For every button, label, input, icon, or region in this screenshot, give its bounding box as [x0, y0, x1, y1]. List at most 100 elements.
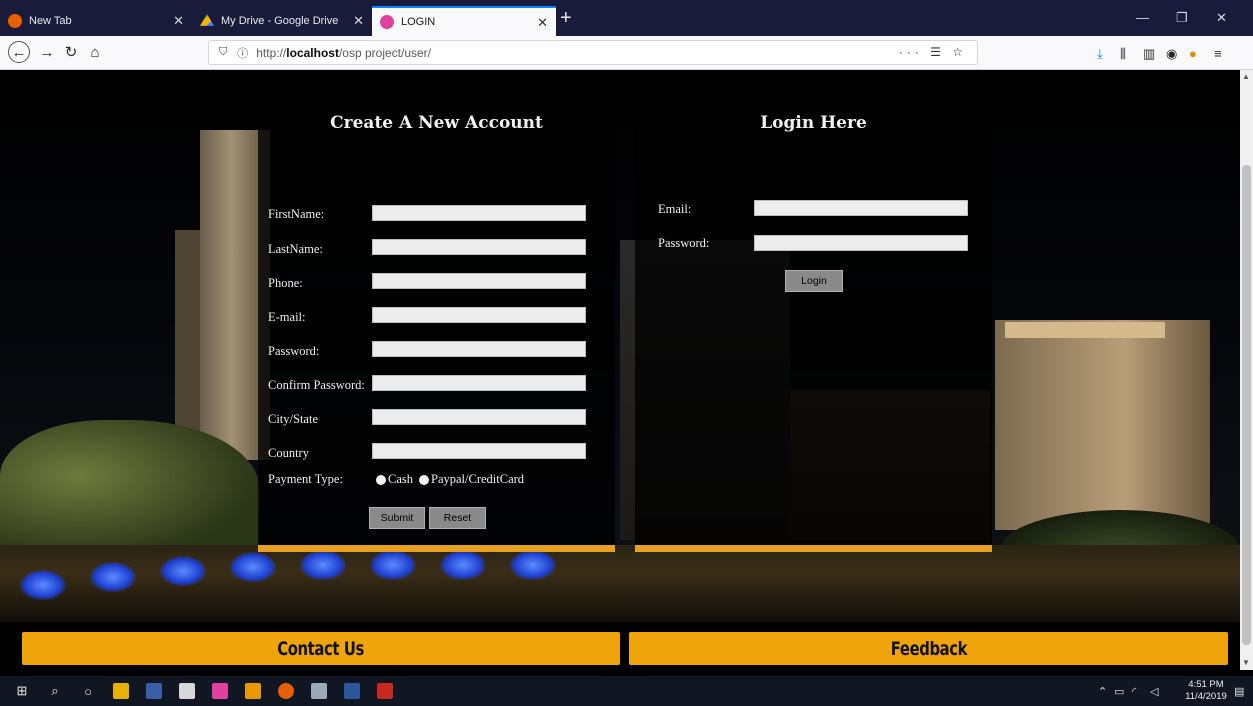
google-drive-icon	[200, 14, 214, 26]
page-scrollbar[interactable]: ▲ ▼	[1240, 70, 1253, 670]
wifi-icon[interactable]: ◜	[1132, 685, 1136, 698]
firefox-taskbar-icon[interactable]	[278, 683, 294, 699]
lastname-label: LastName:	[268, 242, 323, 256]
browser-nav-bar: ← → ↻ ⌂ ⛉ ⓘ http://localhost/osp project…	[0, 36, 1253, 70]
system-clock[interactable]: 4:51 PM 11/4/2019	[1180, 679, 1232, 703]
tab-label: LOGIN	[401, 16, 436, 28]
url-text: http://localhost/osp project/user/	[256, 45, 432, 60]
firefox-icon	[8, 14, 22, 28]
page-favicon	[380, 15, 394, 29]
scroll-down-icon[interactable]: ▼	[1242, 658, 1250, 667]
tab-login[interactable]: LOGIN ✕	[372, 6, 556, 36]
word-icon[interactable]	[344, 683, 360, 699]
country-input[interactable]	[372, 443, 586, 459]
acrobat-icon[interactable]	[377, 683, 393, 699]
clock-date: 11/4/2019	[1185, 691, 1227, 702]
city-state-input[interactable]	[372, 409, 586, 425]
address-bar[interactable]: ⛉ ⓘ http://localhost/osp project/user/ ·…	[208, 40, 978, 65]
menu-icon[interactable]: ≡	[1214, 46, 1222, 61]
app-icon[interactable]	[179, 683, 195, 699]
panel-accent-bar	[635, 545, 992, 552]
contact-us-label: Contact Us	[277, 637, 365, 660]
restore-icon[interactable]: ❐	[1176, 10, 1188, 26]
reload-icon[interactable]: ↻	[60, 41, 82, 63]
extension-icon[interactable]: ◉	[1166, 46, 1177, 62]
window-close-icon[interactable]: ✕	[1216, 10, 1227, 26]
create-account-title: Create A New Account	[330, 113, 543, 133]
login-email-input[interactable]	[754, 200, 968, 216]
login-title: Login Here	[760, 113, 867, 133]
windows-start-icon[interactable]: ⊞	[14, 683, 30, 699]
profile-icon[interactable]: ●	[1189, 46, 1197, 61]
create-account-panel: Create A New Account FirstName: LastName…	[258, 70, 615, 552]
confirm-password-label: Confirm Password:	[268, 378, 365, 392]
payment-paypal-label: Paypal/CreditCard	[431, 472, 525, 486]
login-password-label: Password:	[658, 236, 710, 250]
phone-input[interactable]	[372, 273, 586, 289]
tab-new-tab[interactable]: New Tab ✕	[0, 6, 192, 36]
browser-tab-strip: New Tab ✕ My Drive - Google Drive ✕ LOGI…	[0, 0, 1253, 36]
payment-cash-label: Cash	[388, 472, 413, 486]
reset-button[interactable]: Reset	[429, 507, 486, 529]
login-panel: Login Here Email: Password: Login	[635, 70, 992, 552]
background-building	[1005, 322, 1165, 338]
password-input[interactable]	[372, 341, 586, 357]
payment-paypal-option[interactable]: Paypal/CreditCard	[419, 472, 524, 487]
contact-us-button[interactable]: Contact Us	[22, 632, 620, 665]
scrollbar-thumb[interactable]	[1242, 165, 1251, 645]
scroll-up-icon[interactable]: ▲	[1242, 72, 1250, 81]
info-icon[interactable]: ⓘ	[237, 45, 248, 61]
tab-google-drive[interactable]: My Drive - Google Drive ✕	[192, 6, 372, 36]
phone-label: Phone:	[268, 276, 303, 290]
background-trees	[0, 420, 260, 560]
back-arrow-icon[interactable]: ←	[8, 41, 30, 63]
show-hidden-icons-icon[interactable]: ⌃	[1098, 685, 1107, 698]
email-input[interactable]	[372, 307, 586, 323]
confirm-password-input[interactable]	[372, 375, 586, 391]
radio-cash[interactable]	[376, 474, 386, 485]
submit-button[interactable]: Submit	[369, 507, 425, 529]
download-icon[interactable]: ⤓	[1097, 46, 1103, 62]
login-button[interactable]: Login	[785, 270, 843, 292]
task-view-icon[interactable]: ○	[80, 683, 96, 699]
feedback-label: Feedback	[890, 637, 967, 660]
library-icon[interactable]: ⫼	[1120, 46, 1126, 62]
clock-time: 4:51 PM	[1188, 679, 1224, 690]
app-icon[interactable]	[212, 683, 228, 699]
search-icon[interactable]: ⌕	[47, 683, 63, 699]
close-tab-icon[interactable]: ✕	[353, 13, 364, 29]
app-icon[interactable]	[311, 683, 327, 699]
page-actions-icon[interactable]: ··· ☰ ☆	[899, 45, 967, 59]
close-tab-icon[interactable]: ✕	[537, 15, 548, 31]
feedback-button[interactable]: Feedback	[629, 632, 1228, 665]
email-label: E-mail:	[268, 310, 306, 324]
minimize-icon[interactable]: —	[1136, 10, 1149, 25]
new-tab-button[interactable]: +	[560, 8, 572, 28]
volume-icon[interactable]: ◁	[1150, 685, 1158, 698]
sidebar-icon[interactable]: ▥	[1143, 46, 1155, 62]
notifications-icon[interactable]: ▤	[1234, 685, 1244, 698]
login-password-input[interactable]	[754, 235, 968, 251]
network-icon[interactable]: ▭	[1114, 685, 1124, 698]
app-icon[interactable]	[146, 683, 162, 699]
background-building	[995, 320, 1210, 530]
tab-label: My Drive - Google Drive	[221, 15, 339, 27]
login-email-label: Email:	[658, 202, 692, 216]
page-viewport: Create A New Account FirstName: LastName…	[0, 70, 1240, 670]
taskbar: ⊞ ⌕ ○ ⌃ ▭ ◜ ◁ 4:51 PM 11/4/2019 ▤	[0, 676, 1253, 706]
close-tab-icon[interactable]: ✕	[173, 13, 184, 29]
payment-type-label: Payment Type:	[268, 472, 343, 486]
shield-icon: ⛉	[219, 46, 228, 58]
country-label: Country	[268, 446, 309, 460]
firstname-input[interactable]	[372, 205, 586, 221]
file-explorer-icon[interactable]	[113, 683, 129, 699]
background-lights	[20, 548, 620, 608]
payment-cash-option[interactable]: Cash	[376, 472, 413, 487]
password-label: Password:	[268, 344, 320, 358]
forward-arrow-icon[interactable]: →	[36, 41, 58, 63]
radio-paypal[interactable]	[419, 474, 429, 485]
city-state-label: City/State	[268, 412, 318, 426]
home-icon[interactable]: ⌂	[84, 41, 106, 63]
lastname-input[interactable]	[372, 239, 586, 255]
sublime-icon[interactable]	[245, 683, 261, 699]
